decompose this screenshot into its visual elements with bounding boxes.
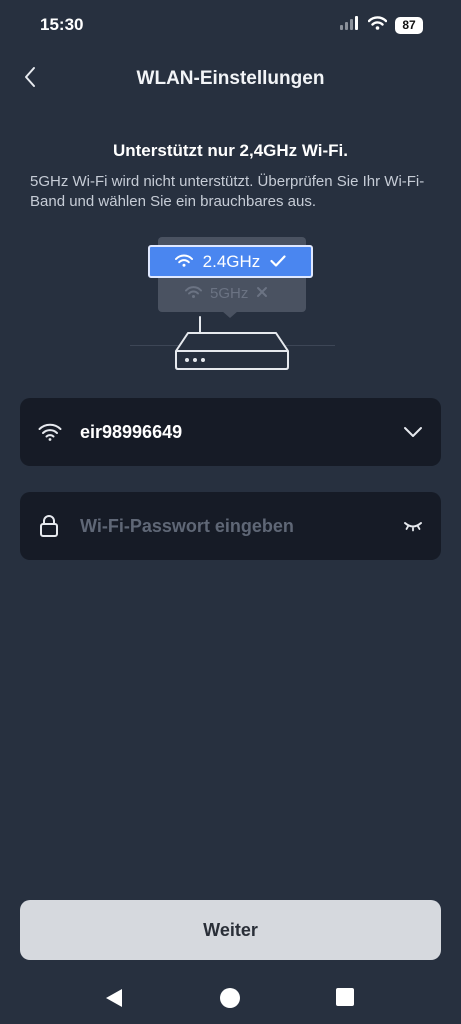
network-select[interactable]: eir98996649 bbox=[20, 398, 441, 466]
band-5ghz-label: 5GHz bbox=[210, 285, 249, 302]
wifi-icon bbox=[185, 285, 202, 302]
notice-headline: Unterstützt nur 2,4GHz Wi-Fi. bbox=[112, 141, 348, 160]
system-nav-bar bbox=[0, 975, 461, 1020]
circle-home-icon[interactable] bbox=[219, 987, 241, 1009]
triangle-back-icon[interactable] bbox=[103, 987, 125, 1009]
password-placeholder: Wi-Fi-Passwort eingeben bbox=[80, 515, 294, 536]
status-icons: 87 bbox=[340, 16, 423, 35]
notice-description: 5GHz Wi-Fi wird nicht unterstützt. Überp… bbox=[30, 173, 425, 210]
square-recents-icon[interactable] bbox=[335, 987, 355, 1007]
check-icon bbox=[270, 252, 286, 272]
signal-icon bbox=[340, 16, 360, 35]
page-title: WLAN-Einstellungen bbox=[136, 68, 325, 89]
status-bar: 15:30 87 bbox=[0, 0, 461, 50]
next-button[interactable]: Weiter bbox=[20, 900, 441, 960]
band-24ghz-label: 2.4GHz bbox=[202, 251, 261, 271]
band-24ghz-option: 2.4GHz bbox=[148, 245, 313, 278]
eye-closed-icon[interactable] bbox=[403, 520, 423, 532]
band-5ghz-option: 5GHz bbox=[185, 285, 268, 302]
cross-icon bbox=[256, 285, 268, 302]
wifi-icon bbox=[174, 252, 193, 272]
status-time: 15:30 bbox=[40, 15, 84, 34]
ssid-value: eir98996649 bbox=[80, 421, 183, 442]
battery-indicator: 87 bbox=[395, 17, 423, 34]
chevron-down-icon[interactable] bbox=[403, 426, 423, 438]
lock-icon bbox=[38, 514, 60, 538]
wifi-icon bbox=[367, 16, 388, 35]
wifi-icon bbox=[38, 423, 62, 441]
router-icon bbox=[174, 315, 290, 376]
password-field[interactable]: Wi-Fi-Passwort eingeben bbox=[20, 492, 441, 560]
app-header: WLAN-Einstellungen bbox=[0, 58, 461, 102]
band-illustration: 5GHz 2.4GHz bbox=[130, 235, 335, 375]
